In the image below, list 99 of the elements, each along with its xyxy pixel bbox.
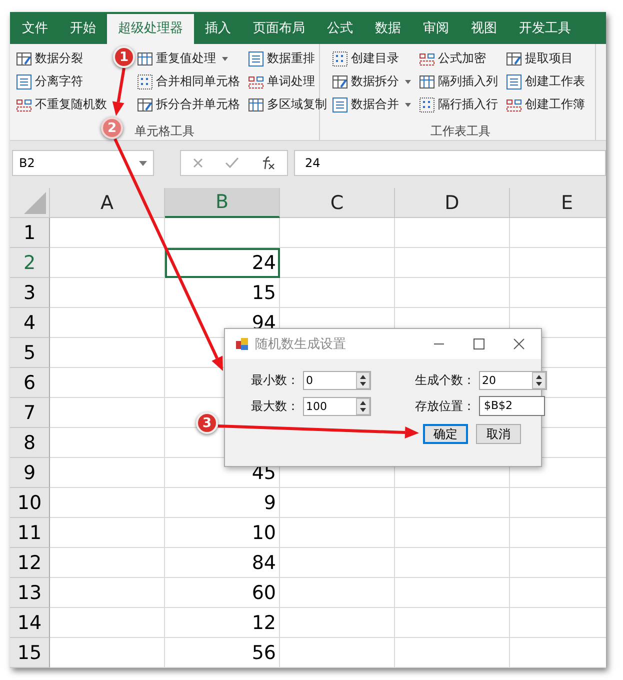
ribbon-button[interactable]: 单词处理 (248, 71, 327, 92)
row-header[interactable]: 11 (10, 518, 50, 548)
row-header[interactable]: 15 (10, 638, 50, 668)
ribbon-tab[interactable]: 开始 (59, 14, 107, 44)
ribbon-button[interactable]: 数据拆分 (332, 71, 411, 92)
ribbon-button[interactable]: 数据合并 (332, 94, 411, 115)
field-label: 最小数： (251, 372, 299, 389)
tool-icon (506, 50, 522, 66)
formula-field[interactable]: 24 (294, 150, 606, 176)
ribbon-button[interactable]: 创建工作表 (506, 71, 585, 92)
ribbon-tab[interactable]: 审阅 (412, 14, 460, 44)
tool-icon (419, 50, 435, 66)
ribbon-button[interactable]: 数据分裂 (16, 48, 107, 69)
table-cell-text: 10 (250, 521, 277, 546)
row-header[interactable]: 14 (10, 608, 50, 638)
tool-icon (16, 96, 32, 112)
spinner-field[interactable]: 0 (303, 371, 371, 390)
row-header[interactable]: 8 (10, 428, 50, 458)
ribbon-button[interactable]: 创建目录 (332, 48, 411, 69)
ribbon-button[interactable]: 公式加密 (419, 48, 498, 69)
field-label: 生成个数： (415, 372, 475, 389)
row-header[interactable]: 6 (10, 368, 50, 398)
maximize-icon (473, 338, 485, 350)
ribbon-button[interactable]: 分离字符 (16, 71, 107, 92)
ribbon-button[interactable]: 隔列插入列 (419, 71, 498, 92)
tool-icon (16, 50, 32, 66)
function-icon (260, 156, 276, 170)
row-header[interactable]: 7 (10, 398, 50, 428)
column-header[interactable]: C (280, 188, 395, 218)
select-all-button[interactable] (10, 188, 50, 218)
row-header[interactable]: 4 (10, 308, 50, 338)
close-icon (513, 338, 525, 350)
spinner-arrows-icon (356, 372, 370, 389)
dialog-title: 随机数生成设置 (255, 336, 347, 353)
table-cell: 24 (165, 248, 280, 278)
column-header[interactable]: B (165, 188, 280, 218)
ribbon-tab[interactable]: 开发工具 (508, 14, 582, 44)
table-cell-text: 9 (262, 491, 277, 516)
tool-icon (332, 96, 348, 112)
row-header[interactable]: 5 (10, 338, 50, 368)
ribbon-button[interactable]: 创建工作簿 (506, 94, 585, 115)
row-header[interactable]: 13 (10, 578, 50, 608)
tool-icon (506, 96, 522, 112)
tool-icon (332, 74, 348, 90)
ribbon-tab[interactable]: 公式 (316, 14, 364, 44)
row-header[interactable]: 9 (10, 458, 50, 488)
column-header[interactable]: E (510, 188, 606, 218)
tool-icon (248, 50, 264, 66)
cancel-icon (192, 157, 204, 169)
ribbon-button[interactable]: 隔行插入行 (419, 94, 498, 115)
ribbon-button[interactable]: 不重复随机数 (16, 94, 107, 115)
row-header[interactable]: 3 (10, 278, 50, 308)
column-header[interactable]: D (395, 188, 510, 218)
dialog-button[interactable]: 确定 (423, 424, 468, 444)
ribbon-button[interactable]: 多区域复制 (248, 94, 327, 115)
ribbon-button[interactable]: 合并相同单元格 (137, 71, 240, 92)
ribbon-tab[interactable]: 视图 (460, 14, 508, 44)
ribbon-button[interactable]: 重复值处理 (137, 48, 240, 69)
column-header[interactable]: A (50, 188, 165, 218)
tool-icon (332, 50, 348, 66)
check-icon (224, 157, 239, 169)
row-header[interactable]: 1 (10, 218, 50, 248)
tool-icon (137, 96, 153, 112)
app-icon (235, 337, 249, 351)
table-cell-text: 60 (250, 581, 277, 606)
pointer-arrow (112, 68, 126, 116)
ribbon-tab[interactable]: 插入 (194, 14, 242, 44)
spinner-field[interactable]: 100 (303, 396, 371, 416)
tool-icon (16, 74, 32, 90)
tool-icon (419, 96, 435, 112)
table-cell-text: 15 (250, 281, 277, 306)
table-cell-text: 56 (250, 641, 277, 666)
spinner-arrows-icon (356, 398, 370, 414)
row-header[interactable]: 12 (10, 548, 50, 578)
field-label: 存放位置： (415, 398, 475, 414)
name-box[interactable]: B2 (12, 150, 154, 176)
group-label: 工作表工具 (430, 124, 490, 138)
group-label: 单元格工具 (134, 124, 194, 138)
tool-icon (419, 74, 435, 90)
spinner-field[interactable]: 20 (479, 371, 547, 390)
ribbon-button[interactable]: 拆分合并单元格 (137, 94, 240, 115)
table-cell-text: 12 (250, 611, 277, 636)
input-field[interactable]: $B$2 (479, 396, 545, 416)
row-header[interactable]: 10 (10, 488, 50, 518)
ribbon-tab[interactable]: 文件 (11, 14, 59, 44)
ribbon-tab[interactable]: 数据 (364, 14, 412, 44)
ribbon-button[interactable]: 提取项目 (506, 48, 585, 69)
ribbon-tab[interactable]: 超级处理器 (107, 14, 194, 44)
tool-icon (248, 96, 264, 112)
tool-icon (506, 74, 522, 90)
ribbon-tab[interactable]: 页面布局 (242, 14, 316, 44)
table-cell-text: 84 (250, 551, 277, 576)
tool-icon (248, 74, 264, 90)
field-label: 最大数： (251, 398, 299, 414)
tool-icon (137, 50, 153, 66)
tool-icon (137, 74, 153, 90)
ribbon-button[interactable]: 数据重排 (248, 48, 327, 69)
dialog-button[interactable]: 取消 (476, 424, 521, 444)
row-header[interactable]: 2 (10, 248, 50, 278)
